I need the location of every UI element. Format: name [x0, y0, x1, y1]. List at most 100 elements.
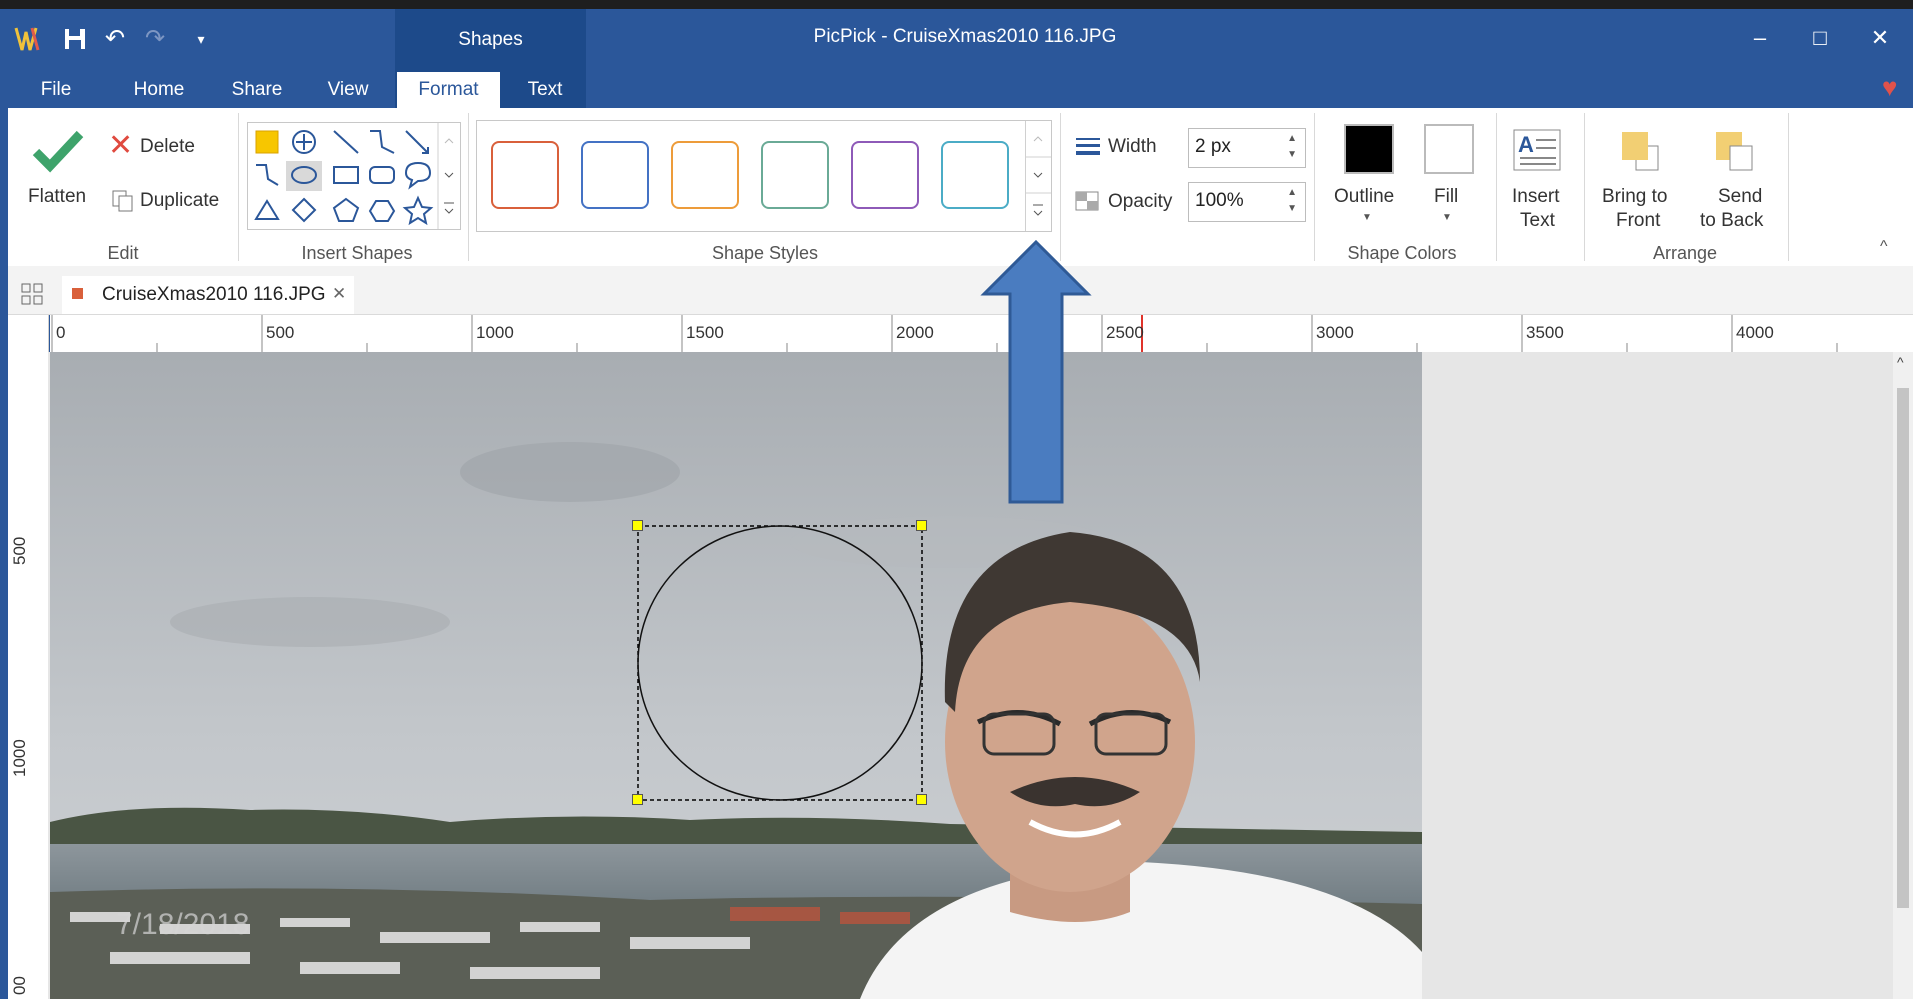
tab-view[interactable]: View	[318, 72, 378, 108]
bring-to-front-icon	[1622, 132, 1659, 171]
minimize-button[interactable]: –	[1735, 20, 1785, 56]
insert-shapes-gallery[interactable]	[247, 122, 461, 230]
tab-overview-icon[interactable]	[20, 282, 44, 312]
style-swatch-2[interactable]	[581, 141, 649, 209]
resize-handle[interactable]	[632, 520, 643, 531]
rounded-rect-icon	[369, 166, 395, 184]
scroll-thumb[interactable]	[1897, 388, 1909, 908]
ruler-label: 3500	[1526, 323, 1564, 342]
ruler-label: 500	[266, 323, 295, 342]
spin-up-icon[interactable]: ▲	[1287, 187, 1297, 198]
send-to-back-button[interactable]: Send to Back	[1692, 124, 1778, 234]
send-back-label-2: to Back	[1700, 210, 1764, 231]
outline-color-swatch	[1344, 124, 1394, 174]
ribbon-separator	[468, 113, 469, 261]
app-logo-icon[interactable]	[12, 22, 46, 56]
select-tool-icon	[255, 130, 279, 154]
tab-text[interactable]: Text	[508, 72, 582, 108]
photo-date-stamp: 7/18/2018	[116, 908, 250, 941]
shape-styles-group-label: Shape Styles	[711, 243, 819, 263]
flatten-label: Flatten	[28, 186, 87, 207]
outline-label: Outline	[1334, 186, 1395, 207]
spin-down-icon[interactable]: ▼	[1287, 203, 1297, 214]
shape-styles-gallery[interactable]	[476, 120, 1052, 232]
style-swatch-5[interactable]	[851, 141, 919, 209]
fill-color-button[interactable]: Fill ▼	[1420, 122, 1480, 232]
heart-icon[interactable]: ♥	[1882, 72, 1897, 103]
delete-button[interactable]: ✕ Delete	[108, 129, 204, 162]
selected-circle-shape[interactable]	[632, 520, 927, 805]
fill-label: Fill	[1434, 186, 1459, 207]
undo-icon[interactable]: ↶	[98, 22, 132, 56]
customize-quick-access-icon[interactable]: ▾	[184, 22, 218, 56]
shapes-context-label: Shapes	[458, 29, 523, 50]
document-tab-close-icon[interactable]: ✕	[332, 284, 346, 304]
resize-handle[interactable]	[632, 794, 643, 805]
maximize-button[interactable]: □	[1795, 20, 1845, 56]
shape-colors-group-label: Shape Colors	[1347, 243, 1457, 263]
dropdown-arrow-icon: ▼	[1442, 212, 1452, 223]
insert-text-label-2: Text	[1520, 210, 1555, 231]
bring-to-front-button[interactable]: Bring to Front	[1594, 124, 1686, 234]
style-swatch-1[interactable]	[491, 141, 559, 209]
vertical-scrollbar[interactable]: ^	[1893, 352, 1913, 999]
ribbon-separator	[1788, 113, 1789, 261]
resize-handle[interactable]	[916, 794, 927, 805]
duplicate-button[interactable]: Duplicate	[108, 186, 238, 216]
document-tab[interactable]: CruiseXmas2010 116.JPG ✕	[62, 276, 354, 314]
line-width-icon	[1074, 134, 1102, 162]
document-tab-name: CruiseXmas2010 116.JPG	[102, 284, 326, 305]
window-left-border	[0, 108, 8, 999]
elbow-arrow-icon	[256, 164, 279, 186]
svg-text:A: A	[1518, 132, 1534, 157]
style-swatch-6[interactable]	[941, 141, 1009, 209]
collapse-ribbon-icon[interactable]: ^	[1880, 238, 1888, 256]
duplicate-icon	[112, 190, 133, 212]
spin-up-icon[interactable]: ▲	[1287, 133, 1297, 144]
opacity-spinbox[interactable]: 100% ▲ ▼	[1188, 182, 1306, 222]
ribbon-separator	[238, 113, 239, 261]
save-icon[interactable]	[58, 22, 92, 56]
ribbon-separator	[1584, 113, 1585, 261]
tab-format[interactable]: Format	[397, 72, 500, 108]
delete-label: Delete	[140, 136, 195, 157]
insert-text-label-1: Insert	[1512, 186, 1560, 207]
spin-down-icon[interactable]: ▼	[1287, 149, 1297, 160]
diamond-icon	[291, 197, 317, 223]
insert-text-icon: A	[1513, 129, 1561, 171]
bring-front-label-1: Bring to	[1602, 186, 1668, 207]
vertical-ruler: 500 1000 00	[8, 315, 49, 999]
ruler-label: 1000	[476, 323, 514, 342]
tab-file[interactable]: File	[24, 72, 88, 108]
resize-handle[interactable]	[916, 520, 927, 531]
rectangle-icon	[333, 166, 359, 184]
elbow-line-icon	[370, 130, 395, 154]
duplicate-label: Duplicate	[140, 190, 220, 211]
outline-color-button[interactable]: Outline ▼	[1330, 122, 1404, 232]
ruler-label: 1500	[686, 323, 724, 342]
tab-home[interactable]: Home	[122, 72, 196, 108]
window-top-strip	[0, 0, 1913, 9]
tab-share[interactable]: Share	[222, 72, 292, 108]
style-swatch-4[interactable]	[761, 141, 829, 209]
insert-text-button[interactable]: A Insert Text	[1502, 124, 1576, 234]
scroll-up-icon[interactable]: ^	[1897, 354, 1904, 370]
delete-icon: ✕	[108, 129, 134, 162]
close-button[interactable]: ✕	[1855, 20, 1905, 56]
opacity-icon	[1074, 190, 1100, 218]
callout-icon	[405, 161, 432, 190]
ruler-label: 500	[10, 536, 29, 565]
ruler-label: 0	[56, 323, 66, 342]
fill-color-swatch	[1424, 124, 1474, 174]
styles-scrollbar[interactable]	[1025, 121, 1051, 231]
edit-group-label: Edit	[107, 243, 139, 263]
bring-front-label-2: Front	[1616, 210, 1661, 231]
style-swatch-3[interactable]	[671, 141, 739, 209]
width-spinbox[interactable]: 2 px ▲ ▼	[1188, 128, 1306, 168]
arrow-line-icon	[405, 130, 429, 154]
redo-icon[interactable]: ↷	[138, 22, 172, 56]
checkmark-icon	[32, 130, 84, 173]
star-icon	[402, 195, 434, 226]
pentagon-icon	[332, 197, 360, 222]
flatten-button[interactable]: Flatten	[24, 124, 94, 214]
